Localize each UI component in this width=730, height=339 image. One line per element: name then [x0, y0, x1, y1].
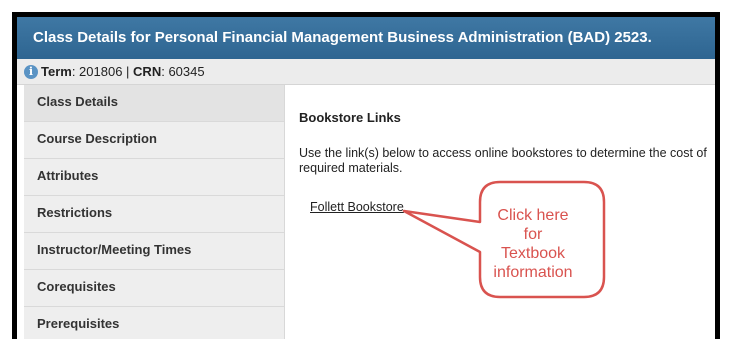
info-icon: i [24, 65, 38, 79]
bookstore-description: Use the link(s) below to access online b… [299, 146, 707, 175]
bookstore-links-heading: Bookstore Links [299, 110, 401, 125]
sidebar-item-class-details[interactable]: Class Details [24, 85, 284, 122]
sidebar-item-course-description[interactable]: Course Description [24, 122, 284, 159]
sidebar-item-instructor-meeting-times[interactable]: Instructor/Meeting Times [24, 233, 284, 270]
callout-line: Click here [497, 207, 569, 224]
term-bar: i Term: 201806 | CRN: 60345 [17, 59, 715, 85]
sidebar-item-corequisites[interactable]: Corequisites [24, 270, 284, 307]
callout-line: information [493, 264, 573, 281]
callout-line: for [523, 226, 543, 243]
term-label: Term [41, 64, 72, 79]
crn-value: : 60345 [161, 64, 205, 79]
window-title: Class Details for Personal Financial Man… [17, 17, 715, 59]
crn-label: CRN [133, 64, 162, 79]
class-details-window: Class Details for Personal Financial Man… [12, 12, 720, 339]
sidebar-item-attributes[interactable]: Attributes [24, 159, 284, 196]
sidebar-item-restrictions[interactable]: Restrictions [24, 196, 284, 233]
term-value: : 201806 | [71, 64, 134, 79]
callout-line: Textbook [500, 245, 566, 262]
follett-bookstore-link[interactable]: Follett Bookstore [310, 200, 404, 214]
sidebar: Class Details Course Description Attribu… [24, 85, 285, 339]
sidebar-item-prerequisites[interactable]: Prerequisites [24, 307, 284, 339]
callout-text: Click here for Textbook information [483, 206, 583, 282]
